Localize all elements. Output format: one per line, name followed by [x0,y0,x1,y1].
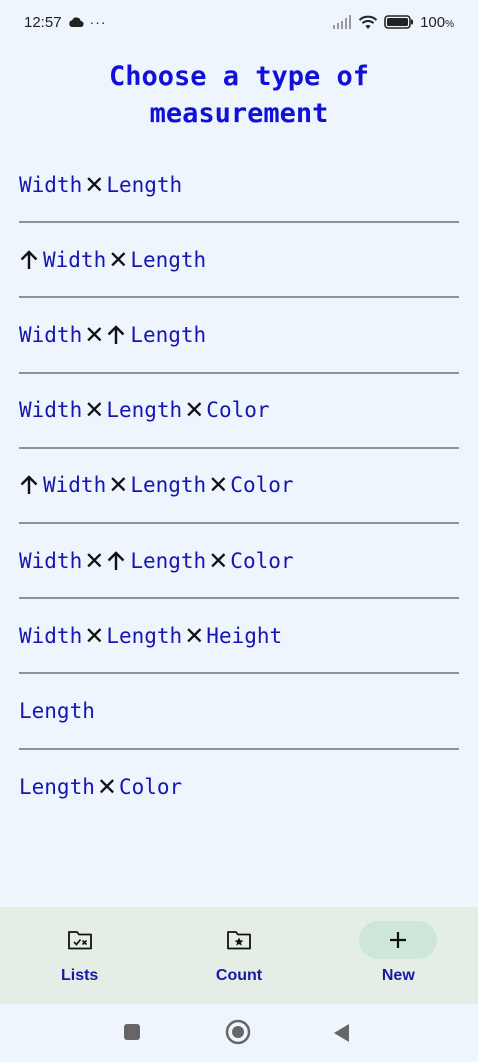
measurement-type-list: Width ✕ Length Width ✕ Length Width ✕ Length Widt… [19,148,459,825]
battery-icon [384,15,414,29]
nav-lists-icon-wrap [41,921,119,959]
option-term: Width [19,548,83,573]
option-term: Length [19,775,95,800]
more-notifications-icon: ··· [89,14,107,30]
multiply-icon: ✕ [208,471,229,500]
measurement-option[interactable]: Width ✕ Length ✕ Height [19,599,459,675]
measurement-option[interactable]: Width ✕ Length ✕ Color [19,524,459,600]
option-term: Color [206,398,270,423]
multiply-icon: ✕ [184,396,205,425]
multiply-icon: ✕ [108,245,129,274]
option-term: Width [19,623,83,648]
option-term: Length [130,247,207,272]
option-term: Width [43,473,107,498]
measurement-option[interactable]: Length [19,674,459,750]
option-term: Length [106,623,183,648]
option-term: Length [130,548,207,573]
home-circle-icon[interactable] [225,1019,251,1045]
multiply-icon: ✕ [84,320,105,349]
nav-new-icon-wrap [359,921,438,959]
signal-icon [333,15,352,29]
measurement-option[interactable]: Width ✕ Length ✕ Color [19,374,459,449]
nav-count-icon-wrap [200,921,278,959]
option-term: Length [106,172,183,197]
status-bar: 12:57 ··· 100% [0,0,478,44]
option-term: Width [19,172,83,197]
back-triangle-icon[interactable] [332,1022,352,1044]
measurement-option[interactable]: Width ✕ Length [19,223,459,299]
multiply-icon: ✕ [84,170,105,199]
folder-star-icon [227,931,251,950]
measurement-option[interactable]: Length ✕ Color [19,750,459,825]
multiply-icon: ✕ [84,396,105,425]
nav-lists[interactable]: Lists [0,907,159,1004]
nav-count[interactable]: Count [159,907,318,1004]
status-time: 12:57 [24,13,62,31]
multiply-icon: ✕ [108,471,129,500]
option-term: Height [206,623,283,648]
option-term: Length [106,398,183,423]
arrow-up-icon [107,550,125,570]
option-term: Length [19,698,95,723]
measurement-option[interactable]: Width ✕ Length [19,148,459,224]
measurement-option[interactable]: Width ✕ Length [19,298,459,374]
nav-new[interactable]: New [319,907,478,1004]
wifi-icon [358,15,378,29]
recents-square-icon[interactable] [122,1022,142,1042]
battery-level: 100% [420,13,454,31]
nav-new-label: New [381,967,415,984]
option-term: Width [43,247,107,272]
arrow-up-icon [20,475,38,495]
option-term: Color [230,548,294,573]
arrow-up-icon [20,250,38,269]
multiply-icon: ✕ [84,621,105,650]
measurement-option[interactable]: Width ✕ Length ✕ Color [19,449,459,524]
cloud-icon [68,17,84,28]
option-term: Color [230,473,294,498]
multiply-icon: ✕ [184,621,205,650]
arrow-up-icon [107,325,125,344]
page-title: Choose a type of measurement [108,61,370,129]
bottom-navigation: Lists Count New [0,907,478,1004]
multiply-icon: ✕ [96,773,117,802]
option-term: Color [118,775,183,800]
option-term: Length [130,473,207,498]
multiply-icon: ✕ [84,546,105,575]
option-term: Length [130,322,207,347]
nav-count-label: Count [215,967,263,984]
multiply-icon: ✕ [208,546,229,575]
plus-icon [390,932,407,948]
option-term: Width [19,398,83,423]
nav-lists-label: Lists [60,967,99,984]
option-term: Width [19,322,83,347]
system-navigation-bar [0,1004,478,1062]
folder-check-icon [67,931,92,950]
